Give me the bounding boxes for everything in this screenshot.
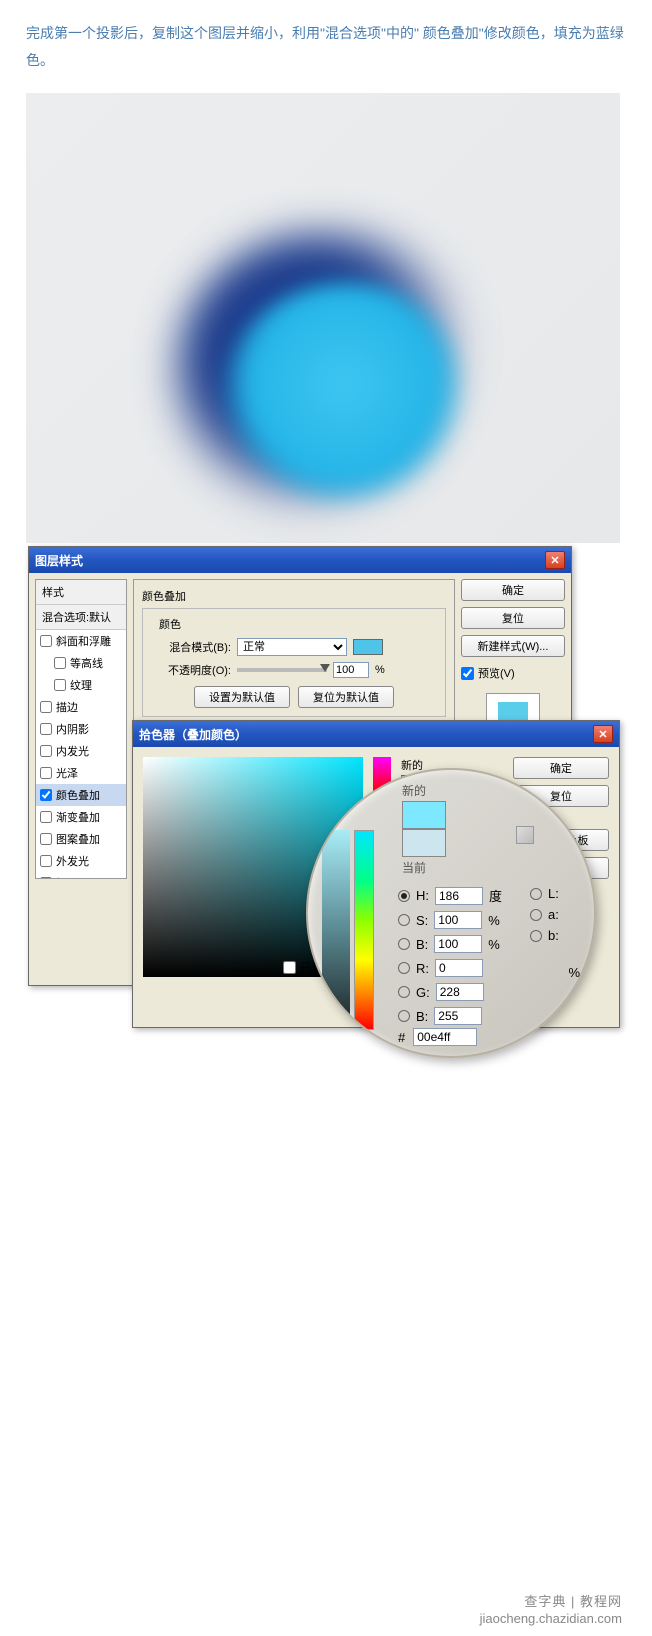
r-input[interactable] <box>435 959 483 977</box>
styles-header[interactable]: 样式 <box>36 580 126 605</box>
outer-glow-checkbox[interactable] <box>40 855 52 867</box>
inner-shadow-checkbox[interactable] <box>40 723 52 735</box>
color-picker-titlebar[interactable]: 拾色器（叠加颜色） ✕ <box>133 721 619 747</box>
overlay-color-swatch[interactable] <box>353 639 383 655</box>
texture-checkbox[interactable] <box>54 679 66 691</box>
zoom-color-field <box>322 830 350 1030</box>
style-satin[interactable]: 光泽 <box>36 762 126 784</box>
style-inner-shadow[interactable]: 内阴影 <box>36 718 126 740</box>
bv-input[interactable] <box>434 935 482 953</box>
s-radio[interactable] <box>398 914 410 926</box>
color-group-title: 颜色 <box>155 616 185 632</box>
zoom-hsb-rgb-fields: H:度 S:% B:% R: G: B: <box>398 886 502 1031</box>
g-input[interactable] <box>436 983 484 1001</box>
zoom-new-label: 新的 <box>402 782 446 799</box>
s-input[interactable] <box>434 911 482 929</box>
zoom-hue-slider <box>354 830 374 1030</box>
zoom-current-label: 当前 <box>402 859 446 876</box>
style-inner-glow[interactable]: 内发光 <box>36 740 126 762</box>
b-input[interactable] <box>434 1007 482 1025</box>
r-radio[interactable] <box>398 962 410 974</box>
style-outer-glow[interactable]: 外发光 <box>36 850 126 872</box>
result-preview <box>26 93 620 543</box>
style-color-overlay[interactable]: 颜色叠加 <box>36 784 126 806</box>
opacity-unit: % <box>375 664 385 676</box>
color-overlay-checkbox[interactable] <box>40 789 52 801</box>
cancel-button[interactable]: 复位 <box>461 607 565 629</box>
hex-input[interactable] <box>413 1028 477 1046</box>
l-radio[interactable] <box>530 888 542 900</box>
style-drop-shadow[interactable]: 投影 <box>36 872 126 879</box>
styles-list: 样式 混合选项:默认 斜面和浮雕 等高线 纹理 描边 内阴影 内发光 光泽 颜色… <box>35 579 127 879</box>
set-default-button[interactable]: 设置为默认值 <box>194 686 290 708</box>
web-only-checkbox[interactable] <box>283 961 296 974</box>
zoom-lab-fields: L: a: b: % % <box>530 886 596 986</box>
stroke-checkbox[interactable] <box>40 701 52 713</box>
b2-radio[interactable] <box>530 930 542 942</box>
slider-thumb-icon[interactable] <box>320 664 330 672</box>
gradient-overlay-checkbox[interactable] <box>40 811 52 823</box>
watermark: 查字典 | 教程网 jiaocheng.chazidian.com <box>480 1594 622 1628</box>
bevel-checkbox[interactable] <box>40 635 52 647</box>
blend-mode-select[interactable]: 正常 <box>237 638 347 656</box>
layer-style-titlebar[interactable]: 图层样式 ✕ <box>29 547 571 573</box>
reset-default-button[interactable]: 复位为默认值 <box>298 686 394 708</box>
zoom-current-swatch <box>402 829 446 857</box>
magnifier-overlay: 新的 当前 H:度 S:% B:% R: G: B: L: a: b: % % … <box>306 768 596 1058</box>
hex-label: # <box>398 1030 405 1045</box>
zoom-new-swatch <box>402 801 446 829</box>
style-stroke[interactable]: 描边 <box>36 696 126 718</box>
zoom-hex-row: # <box>398 1028 477 1046</box>
new-style-button[interactable]: 新建样式(W)... <box>461 635 565 657</box>
a-radio[interactable] <box>530 909 542 921</box>
style-pattern-overlay[interactable]: 图案叠加 <box>36 828 126 850</box>
opacity-label: 不透明度(O): <box>151 662 231 678</box>
layer-style-title: 图层样式 <box>35 552 83 569</box>
style-gradient-overlay[interactable]: 渐变叠加 <box>36 806 126 828</box>
instruction-text: 完成第一个投影后，复制这个图层并缩小，利用"混合选项"中的" 颜色叠加"修改颜色… <box>0 0 652 85</box>
b-radio[interactable] <box>398 1010 410 1022</box>
style-bevel[interactable]: 斜面和浮雕 <box>36 630 126 652</box>
satin-checkbox[interactable] <box>40 767 52 779</box>
light-blob <box>221 283 466 508</box>
pattern-overlay-checkbox[interactable] <box>40 833 52 845</box>
bv-radio[interactable] <box>398 938 410 950</box>
h-radio[interactable] <box>398 890 410 902</box>
panel-title: 颜色叠加 <box>142 588 446 604</box>
color-picker-title: 拾色器（叠加颜色） <box>139 726 247 743</box>
contour-checkbox[interactable] <box>54 657 66 669</box>
h-input[interactable] <box>435 887 483 905</box>
ok-button[interactable]: 确定 <box>461 579 565 601</box>
preview-label: 预览(V) <box>478 665 515 681</box>
cube-icon <box>516 826 534 844</box>
blend-mode-label: 混合模式(B): <box>151 639 231 655</box>
style-texture[interactable]: 纹理 <box>36 674 126 696</box>
opacity-input[interactable] <box>333 662 369 678</box>
g-radio[interactable] <box>398 986 410 998</box>
drop-shadow-checkbox[interactable] <box>40 877 52 879</box>
blend-default[interactable]: 混合选项:默认 <box>36 605 126 630</box>
inner-glow-checkbox[interactable] <box>40 745 52 757</box>
style-contour[interactable]: 等高线 <box>36 652 126 674</box>
close-icon[interactable]: ✕ <box>545 551 565 569</box>
preview-checkbox[interactable] <box>461 667 474 680</box>
picker-ok-button[interactable]: 确定 <box>513 757 609 779</box>
opacity-slider[interactable] <box>237 668 327 672</box>
close-icon[interactable]: ✕ <box>593 725 613 743</box>
